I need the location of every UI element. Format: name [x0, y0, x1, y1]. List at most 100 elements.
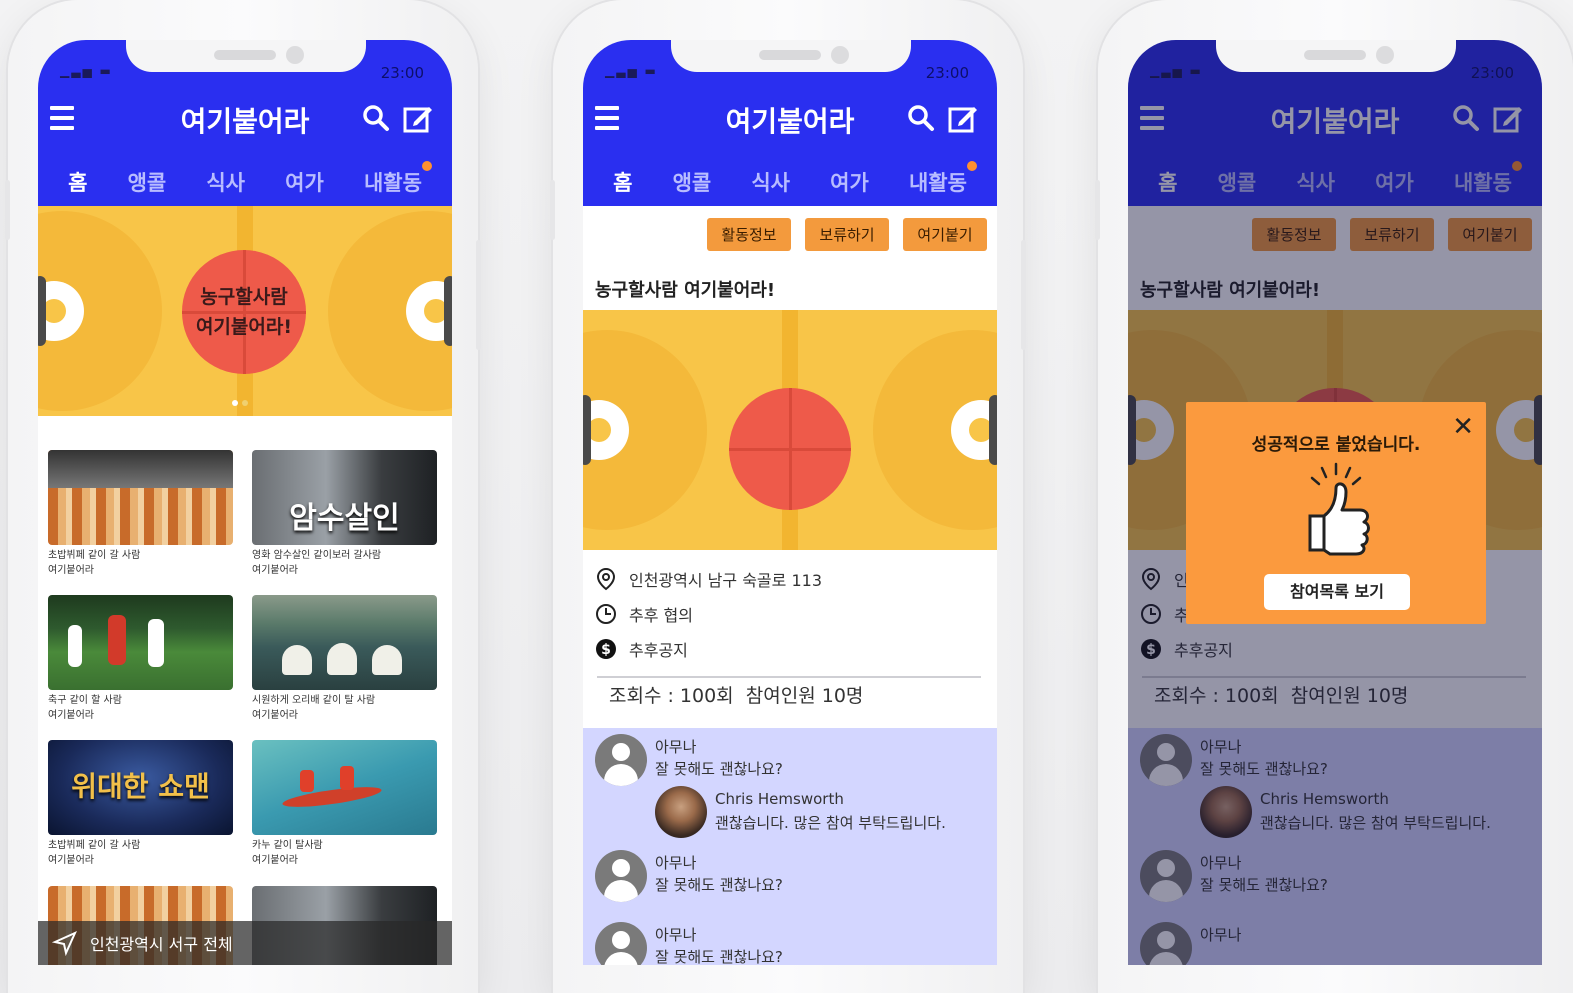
edit-icon[interactable]	[947, 102, 979, 134]
cost-row: $ 추후공지	[595, 637, 688, 661]
comment-author: Chris Hemsworth	[715, 790, 844, 808]
screen-detail: ▁▃▅ ▬ 23:00 여기붙어라 홈 앵콜 식사 여가 내활동 활동정보 보류…	[583, 40, 997, 965]
card-title: 시원하게 오리배 같이 탈 사람	[252, 695, 376, 706]
comment-text: 잘 못해도 괜찮나요?	[655, 948, 783, 965]
status-time: 23:00	[925, 64, 969, 82]
signal-icon: ▁▃▅ ▬	[605, 64, 658, 78]
activity-card[interactable]: 초밥뷔페 같이 갈 사람여기붙어라	[48, 450, 233, 578]
card-subtitle: 여기붙어라	[252, 564, 298, 576]
card-subtitle: 여기붙어라	[48, 854, 94, 866]
stats-row: 조회수 : 100회 참여인원 10명	[609, 681, 863, 708]
banner-line-1: 농구할사람	[200, 285, 288, 308]
tab-bar: 홈 앵콜 식사 여가 내활동	[583, 160, 997, 204]
comment-text: 잘 못해도 괜찮나요?	[655, 876, 783, 894]
card-title: 영화 암수살인 같이보러 갈사람	[252, 550, 382, 561]
tab-home[interactable]: 홈	[613, 167, 632, 197]
tab-meal[interactable]: 식사	[206, 167, 245, 197]
tab-leisure[interactable]: 여가	[285, 167, 324, 197]
cost-text: 추후공지	[629, 641, 688, 660]
participants-count: 참여인원 10명	[745, 685, 864, 707]
join-button[interactable]: 여기붙기	[903, 218, 987, 251]
tab-my-activity[interactable]: 내활동	[363, 161, 432, 197]
tab-leisure[interactable]: 여가	[830, 167, 869, 197]
post-title: 농구할사람 여기붙어라!	[595, 280, 776, 301]
location-pin-icon	[595, 567, 617, 591]
tab-meal[interactable]: 식사	[751, 167, 790, 197]
activity-card[interactable]: 암수살인 영화 암수살인 같이보러 갈사람여기붙어라	[252, 450, 437, 578]
basketball-graphic	[729, 388, 851, 510]
search-icon[interactable]	[362, 104, 390, 132]
tab-encore[interactable]: 앵콜	[128, 167, 167, 197]
address-row: 인천광역시 남구 숙골로 113	[595, 567, 822, 591]
location-bar[interactable]: 인천광역시 서구 전체	[38, 921, 452, 965]
hold-button[interactable]: 보류하기	[805, 218, 889, 251]
view-participants-button[interactable]: 참여목록 보기	[1264, 574, 1410, 610]
avatar	[595, 922, 647, 965]
card-subtitle: 여기붙어라	[252, 854, 298, 866]
banner-ball: 농구할사람여기붙어라!	[182, 250, 306, 374]
carousel-dots	[232, 400, 248, 406]
card-title: 초밥뷔페 같이 갈 사람	[48, 550, 141, 561]
notch	[126, 40, 366, 72]
edit-icon[interactable]	[402, 102, 434, 134]
tab-bar: 홈 앵콜 식사 여가 내활동	[38, 160, 452, 204]
volume-button	[1095, 180, 1100, 240]
success-message: 성공적으로 붙었습니다.	[1251, 435, 1421, 455]
notification-dot	[966, 161, 977, 171]
card-title: 카누 같이 탈사람	[252, 840, 323, 851]
comment-text: 괜찮습니다. 많은 참여 부탁드립니다.	[715, 814, 946, 832]
tab-my-activity-label: 내활동	[363, 171, 422, 195]
activity-card[interactable]: 축구 같이 할 사람여기붙어라	[48, 595, 233, 723]
time-row: 추후 협의	[595, 602, 693, 626]
power-button	[1021, 240, 1026, 350]
time-text: 추후 협의	[629, 606, 693, 625]
card-title: 초밥뷔페 같이 갈 사람	[48, 840, 141, 851]
card-thumbnail	[48, 450, 233, 545]
tab-my-activity-label: 내활동	[908, 171, 967, 195]
card-subtitle: 여기붙어라	[48, 709, 94, 721]
navigation-icon	[52, 931, 77, 956]
activity-info-button[interactable]: 활동정보	[707, 218, 791, 251]
location-text: 인천광역시 서구 전체	[90, 935, 233, 954]
card-title: 축구 같이 할 사람	[48, 695, 122, 706]
card-thumbnail	[48, 595, 233, 690]
action-buttons: 활동정보 보류하기 여기붙기	[707, 218, 987, 251]
views-count: 조회수 : 100회	[609, 685, 734, 707]
divider	[597, 676, 981, 678]
activity-card[interactable]: 위대한 쇼맨 초밥뷔페 같이 갈 사람여기붙어라	[48, 740, 233, 868]
activity-card[interactable]: 시원하게 오리배 같이 탈 사람여기붙어라	[252, 595, 437, 723]
avatar	[655, 786, 707, 838]
banner-line-2: 여기붙어라!	[195, 316, 293, 338]
tab-my-activity[interactable]: 내활동	[908, 161, 977, 197]
notification-dot	[421, 161, 432, 171]
svg-text:$: $	[601, 642, 611, 658]
phone-popup: ▁▃▅ ▬ 23:00 여기붙어라 홈 앵콜 식사 여가 내활동 활동정보 보류…	[1095, 0, 1573, 993]
movie-title-overlay: 위대한 쇼맨	[71, 770, 210, 803]
signal-icon: ▁▃▅ ▬	[60, 64, 113, 78]
success-popup: ✕ 성공적으로 붙었습니다. 참여목록 보기	[1186, 402, 1486, 624]
status-time: 23:00	[380, 64, 424, 82]
banner-court[interactable]: 농구할사람여기붙어라!	[38, 206, 452, 416]
tab-home[interactable]: 홈	[68, 167, 87, 197]
phone-detail: ▁▃▅ ▬ 23:00 여기붙어라 홈 앵콜 식사 여가 내활동 활동정보 보류…	[550, 0, 1026, 993]
movie-title-overlay: 암수살인	[289, 501, 400, 536]
card-thumbnail: 암수살인	[252, 450, 437, 545]
comment-author: 아무나	[655, 926, 697, 944]
clock-icon	[595, 603, 617, 625]
card-subtitle: 여기붙어라	[252, 709, 298, 721]
activity-card[interactable]: 카누 같이 탈사람여기붙어라	[252, 740, 437, 868]
post-image	[583, 310, 997, 550]
tab-encore[interactable]: 앵콜	[673, 167, 712, 197]
comments-section: 아무나 잘 못해도 괜찮나요? Chris Hemsworth 괜찮습니다. 많…	[583, 728, 997, 965]
comment-author: 아무나	[655, 854, 697, 872]
search-icon[interactable]	[907, 104, 935, 132]
card-subtitle: 여기붙어라	[48, 564, 94, 576]
notch	[1216, 40, 1456, 72]
banner-text: 농구할사람여기붙어라!	[196, 282, 292, 343]
phone-home: ▁▃▅ ▬ 23:00 여기붙어라 홈 앵콜 식사 여가 내활동 농구할사람 여…	[5, 0, 481, 993]
card-thumbnail: 위대한 쇼맨	[48, 740, 233, 835]
dollar-icon: $	[595, 638, 617, 660]
card-thumbnail	[252, 595, 437, 690]
comment-author: 아무나	[655, 738, 697, 756]
power-button	[476, 240, 481, 350]
